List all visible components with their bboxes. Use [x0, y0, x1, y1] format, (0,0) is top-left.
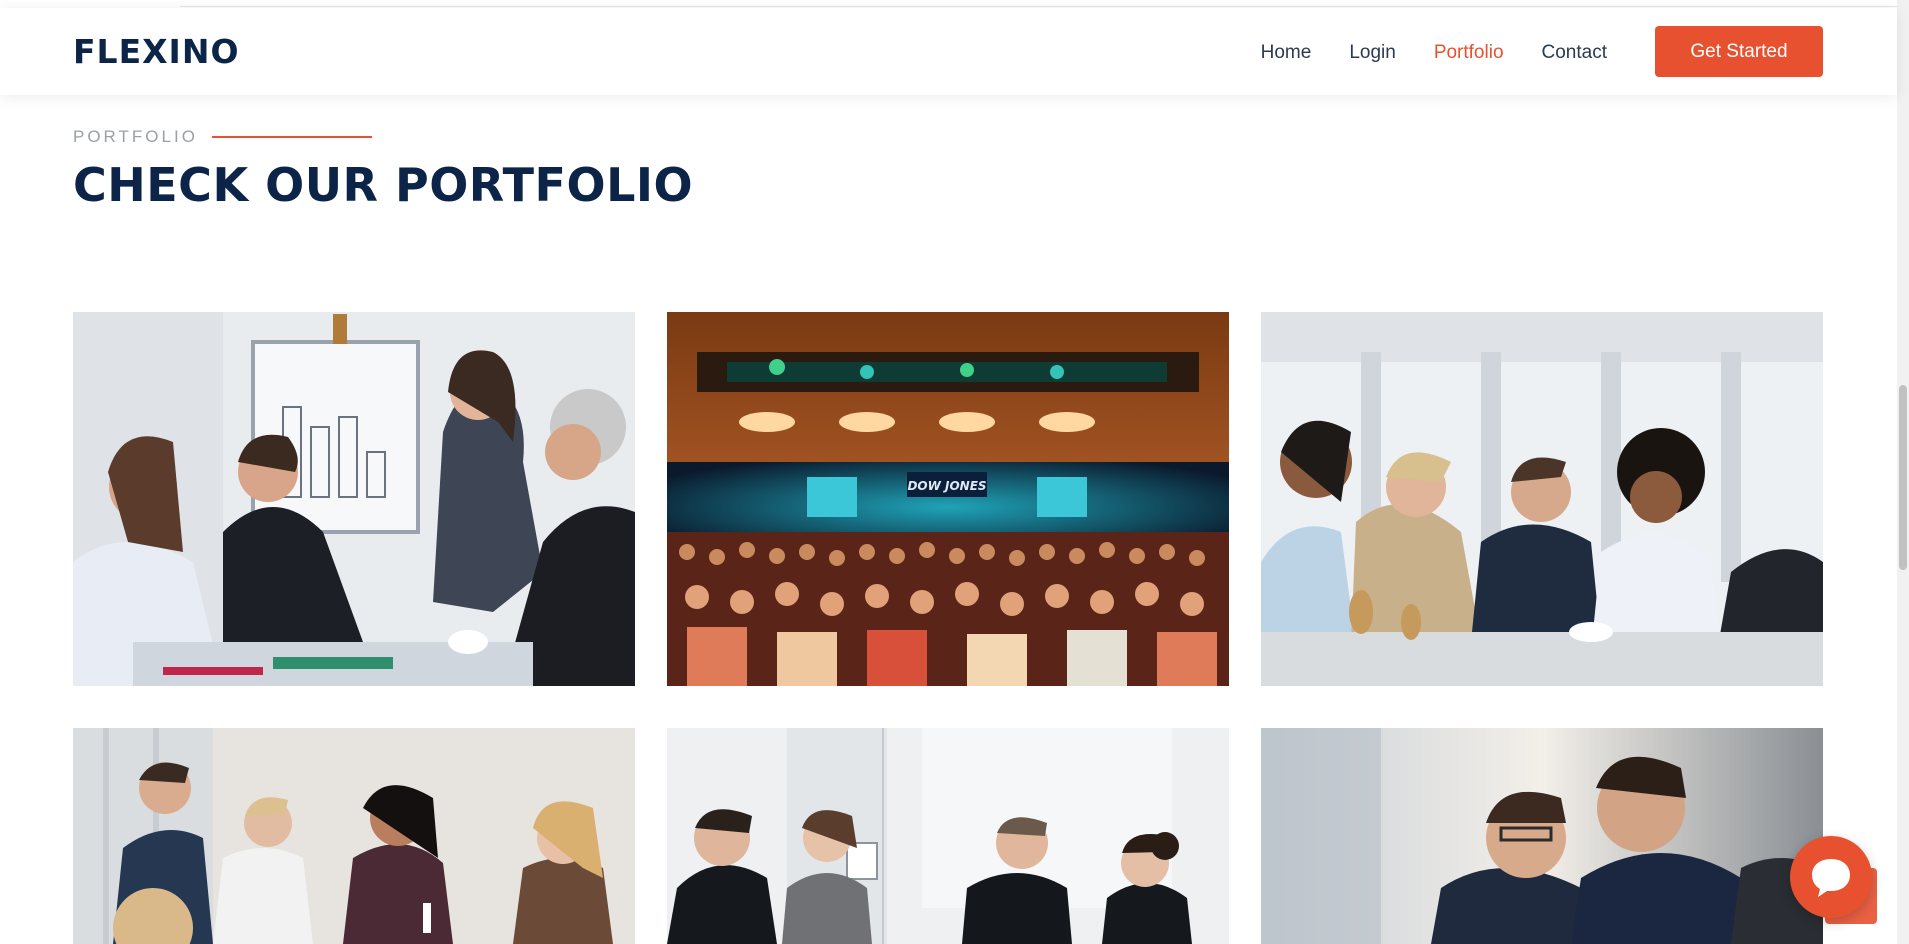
- portfolio-item[interactable]: [1261, 728, 1823, 944]
- svg-text:DOW JONES: DOW JONES: [907, 479, 986, 493]
- portfolio-image-team-talk: [73, 728, 635, 944]
- portfolio-item[interactable]: DOW JONES: [667, 312, 1229, 686]
- page-title: CHECK OUR PORTFOLIO: [73, 158, 694, 212]
- section-eyebrow: PORTFOLIO: [73, 127, 372, 147]
- portfolio-image-meeting: [1261, 312, 1823, 686]
- nav-item-home[interactable]: Home: [1261, 42, 1312, 64]
- top-divider: [180, 6, 1897, 7]
- portfolio-item[interactable]: [1261, 312, 1823, 686]
- main-nav: Home Login Portfolio Contact: [1223, 42, 1607, 64]
- nav-item-login[interactable]: Login: [1349, 42, 1396, 64]
- brand-logo[interactable]: FLEXINO: [73, 32, 240, 71]
- chat-launcher-button[interactable]: [1790, 836, 1872, 918]
- portfolio-image-presentation: [73, 312, 635, 686]
- portfolio-image-colleagues-laptop: [1261, 728, 1823, 944]
- site-header: FLEXINO Home Login Portfolio Contact Get…: [0, 8, 1897, 95]
- nav-item-contact[interactable]: Contact: [1542, 42, 1607, 64]
- top-strip: [0, 0, 1897, 8]
- get-started-button[interactable]: Get Started: [1655, 26, 1823, 77]
- scrollbar-thumb[interactable]: [1899, 385, 1907, 570]
- eyebrow-label: PORTFOLIO: [73, 127, 198, 146]
- eyebrow-divider: [211, 136, 372, 138]
- portfolio-image-round-table: [667, 728, 1229, 944]
- portfolio-item[interactable]: [73, 312, 635, 686]
- nav-item-portfolio[interactable]: Portfolio: [1434, 42, 1504, 64]
- page-scrollbar[interactable]: [1897, 0, 1909, 944]
- portfolio-item[interactable]: [73, 728, 635, 944]
- chat-bubble-icon: [1812, 859, 1850, 897]
- portfolio-image-conference: DOW JONES: [667, 312, 1229, 686]
- portfolio-item[interactable]: [667, 728, 1229, 944]
